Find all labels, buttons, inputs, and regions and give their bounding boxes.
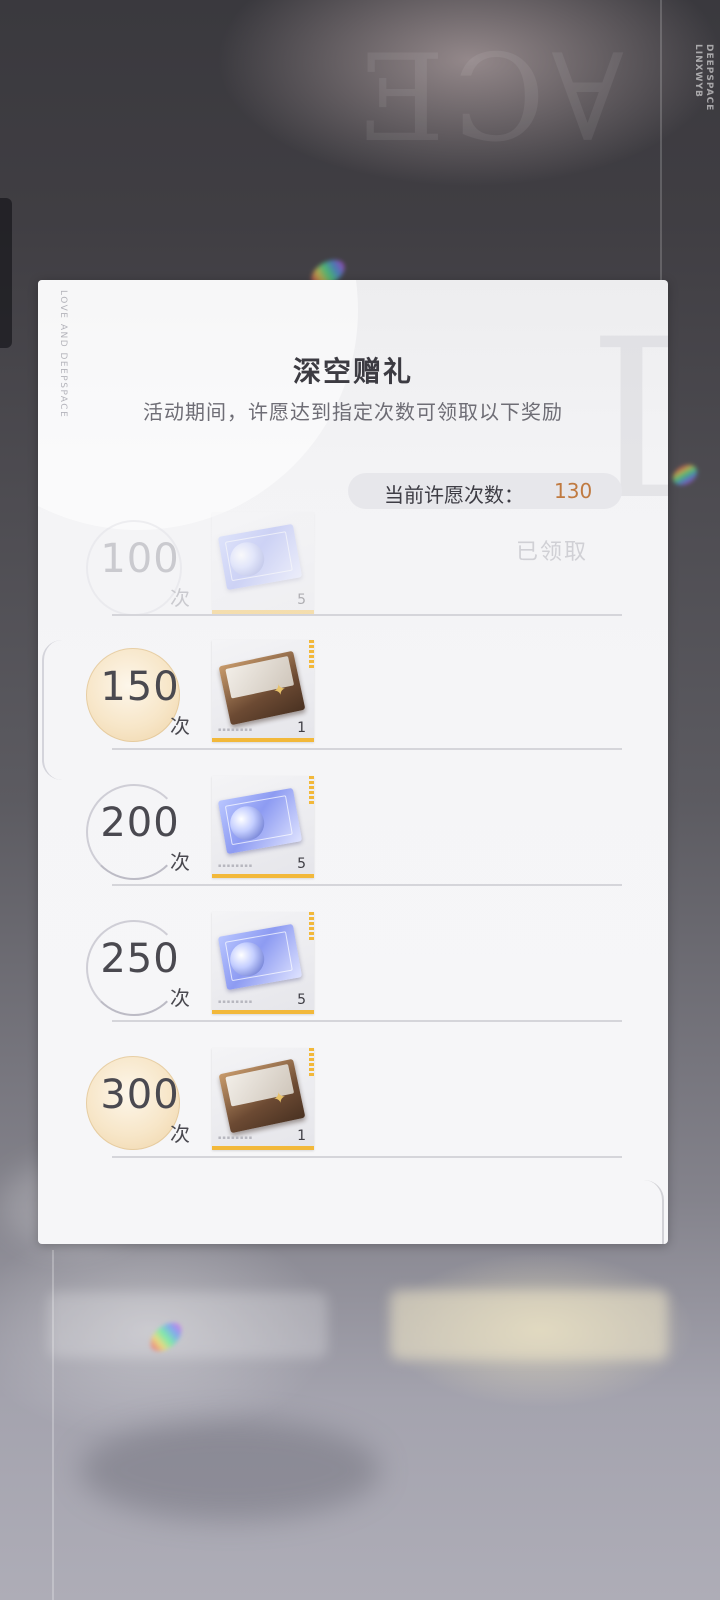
reward-quantity: 5 [297,856,306,872]
reward-quantity: 5 [297,992,306,1008]
milestone-row: 300 次 ✦ ▪▪▪▪▪▪▪▪ 1 [38,1038,668,1174]
milestone-unit: 次 [170,1122,190,1146]
panel-edge-ornament [642,1180,664,1244]
reward-item[interactable]: ▪▪▪▪▪▪▪▪ 5 [212,912,314,1014]
background-blur [80,1420,380,1520]
reward-item[interactable]: ✦ ▪▪▪▪▪▪▪▪ 1 [212,1048,314,1150]
reward-tag: ▪▪▪▪▪▪▪▪ [218,863,254,869]
claimed-status: 已领取 [516,540,589,565]
reward-corner-mark [309,776,314,804]
background-watermark: ƎƆ∀ [360,30,630,150]
reward-corner-mark [309,912,314,940]
background-line [660,0,662,290]
current-count-value: 130 [554,479,593,503]
reward-tag: ▪▪▪▪▪▪▪▪ [218,727,254,733]
background-button-left [48,1292,328,1358]
milestone-row: 100 次 5 已领取 [38,502,668,638]
left-edge-tab[interactable] [0,198,12,348]
milestone-count: 150 [100,664,180,710]
milestone-count: 100 [100,536,180,582]
reward-rarity-bar [212,1010,314,1014]
gift-box-icon: ✦ [218,650,306,726]
reward-item[interactable]: ▪▪▪▪▪▪▪▪ 5 [212,776,314,878]
row-divider [112,614,622,616]
reward-tag: ▪▪▪▪▪▪▪▪ [218,1135,254,1141]
panel-subtitle: 活动期间，许愿达到指定次数可领取以下奖励 [143,400,563,424]
gift-box-icon: ✦ [218,1058,306,1134]
milestone-row: 150 次 ✦ ▪▪▪▪▪▪▪▪ 1 [38,630,668,766]
row-divider [112,884,622,886]
panel-title: 深空赠礼 [292,355,413,388]
row-divider [112,748,622,750]
wish-ticket-icon [217,523,303,591]
milestone-unit: 次 [170,586,190,610]
milestone-count: 300 [100,1072,180,1118]
reward-rarity-bar [212,1146,314,1150]
reward-corner-mark [309,640,314,668]
milestone-row: 250 次 ▪▪▪▪▪▪▪▪ 5 [38,902,668,1038]
reward-rarity-bar [212,738,314,742]
reward-quantity: 1 [297,720,306,736]
milestone-unit: 次 [170,850,190,874]
reward-corner-mark [309,1048,314,1076]
milestone-unit: 次 [170,986,190,1010]
reward-rarity-bar [212,874,314,878]
wish-ticket-icon [217,923,303,991]
reward-tag: ▪▪▪▪▪▪▪▪ [218,999,254,1005]
reward-item[interactable]: 5 [212,512,314,614]
prism-sparkle [669,460,701,490]
milestone-count: 250 [100,936,180,982]
reward-item[interactable]: ✦ ▪▪▪▪▪▪▪▪ 1 [212,640,314,742]
row-divider [112,1020,622,1022]
background-button-right [390,1290,668,1360]
milestone-count: 200 [100,800,180,846]
wish-ticket-icon [217,787,303,855]
milestone-unit: 次 [170,714,190,738]
reward-quantity: 1 [297,1128,306,1144]
row-divider [112,1156,622,1158]
milestone-row: 200 次 ▪▪▪▪▪▪▪▪ 5 [38,766,668,902]
deepspace-gift-panel: D LOVE AND DEEPSPACE 深空赠礼 活动期间，许愿达到指定次数可… [38,280,668,1244]
reward-quantity: 5 [297,592,306,608]
brand-vertical-text: DEEPSPACE LINXWYB [693,44,714,112]
